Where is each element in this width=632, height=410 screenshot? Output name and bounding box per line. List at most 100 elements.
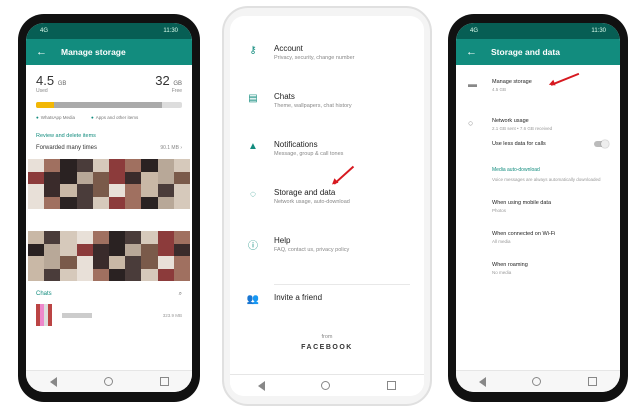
roaming-sub: No media (492, 270, 512, 275)
used-block: 4.5 GB Used (36, 73, 66, 94)
media-thumbnail-cell (44, 243, 61, 256)
settings-item-notifications[interactable]: ▲ Notifications Message, group & call to… (230, 140, 424, 188)
media-thumbnail-cell (28, 256, 45, 269)
settings-item-storage-and-data[interactable]: ◌ Storage and data Network usage, auto-d… (230, 188, 424, 236)
media-thumbnail-cell (125, 243, 142, 256)
media-thumbnail-cell (173, 196, 190, 209)
nav-recents-icon[interactable] (386, 381, 396, 390)
chat-size: 323.9 MB (162, 312, 182, 318)
free-amount: 32 GB (155, 73, 182, 88)
forwarded-row[interactable]: Forwarded many times 90.1 MB › (26, 141, 192, 155)
settings-item-help[interactable]: ⓘ Help FAQ, contact us, privacy policy (230, 236, 424, 284)
media-thumbnail-cell (109, 268, 126, 281)
forwarded-size: 90.1 MB › (160, 145, 182, 151)
media-thumbnail-cell (28, 231, 45, 244)
nav-back-icon[interactable] (258, 380, 266, 391)
media-thumbnail-cell (28, 268, 45, 281)
nav-recents-icon[interactable] (159, 377, 169, 386)
facebook-wordmark: FACEBOOK (301, 344, 353, 351)
media-thumbnail-cell (173, 184, 190, 197)
network-usage-row[interactable]: ○ Network usage 2.1 GB sent • 7.6 GB rec… (456, 118, 620, 131)
media-thumbnail-cell (60, 243, 77, 256)
back-arrow-icon[interactable]: ← (466, 46, 477, 58)
media-thumbnail-cell (125, 231, 142, 244)
review-items-link[interactable]: Review and delete items (26, 123, 192, 141)
settings-item-account[interactable]: ⚷ Account Privacy, security, change numb… (230, 44, 424, 92)
media-thumbnail-cell (141, 184, 158, 197)
phone-screen: 4G 11:30 ← Storage and data ▬ Manage sto… (456, 23, 620, 392)
media-thumbnail-cell (173, 243, 190, 256)
back-arrow-icon[interactable]: ← (36, 46, 47, 58)
media-thumbnail-cell (60, 184, 77, 197)
media-thumbnail-cell (76, 196, 93, 209)
chats-header: Chats ⌕ (26, 285, 192, 300)
media-thumbnail-cell (157, 243, 174, 256)
media-thumbnail-cell (28, 196, 45, 209)
mobile-data-row[interactable]: When using mobile data Photos (456, 200, 620, 213)
media-thumbnail-cell (109, 159, 126, 172)
storage-summary: 4.5 GB Used 32 GB Free (26, 65, 192, 98)
media-thumbnail-cell (173, 256, 190, 269)
media-thumbnail-cell (76, 256, 93, 269)
nav-home-icon[interactable] (103, 377, 113, 386)
search-icon[interactable]: ⌕ (179, 291, 182, 298)
status-network: 4G (40, 28, 49, 34)
nav-back-icon[interactable] (479, 376, 487, 387)
roaming-row[interactable]: When roaming No media (456, 262, 620, 275)
media-thumbnail-cell (141, 243, 158, 256)
app-bar: ← Storage and data (456, 39, 620, 65)
less-data-toggle[interactable] (594, 140, 609, 148)
manage-storage-row[interactable]: ▬ Manage storage 4.5 GB (456, 79, 620, 92)
phone-manage-storage: 4G 11:30 ← Manage storage 4.5 GB Used 32… (18, 14, 200, 402)
nav-bar (26, 370, 192, 392)
media-thumbnail-cell (28, 243, 45, 256)
nav-back-icon[interactable] (49, 376, 57, 387)
wifi-title: When connected on Wi-Fi (492, 231, 556, 237)
status-time: 11:30 (591, 28, 606, 34)
people-icon: 👥 (246, 294, 260, 305)
settings-item-subtitle: Theme, wallpapers, chat history (274, 103, 352, 109)
media-thumbnail-cell (44, 184, 61, 197)
media-thumbnail-cell (60, 171, 77, 184)
media-thumbnail-cell (109, 243, 126, 256)
key-icon: ⚷ (249, 45, 257, 56)
mobile-data-sub: Photos (492, 208, 507, 213)
media-thumbnail-cell (173, 231, 190, 244)
media-thumbnail-cell (60, 268, 77, 281)
media-thumbnail-cell (44, 231, 61, 244)
media-thumbnail-cell (76, 171, 93, 184)
media-thumbnail-cell (92, 171, 109, 184)
wifi-row[interactable]: When connected on Wi-Fi All media (456, 231, 620, 244)
chat-icon: ▤ (248, 93, 258, 104)
nav-home-icon[interactable] (321, 381, 331, 390)
nav-home-icon[interactable] (532, 377, 542, 386)
media-thumbnail-cell (157, 256, 174, 269)
data-usage-icon: ○ (468, 118, 474, 128)
media-thumbnail-cell (109, 231, 126, 244)
settings-item-title: Storage and data (274, 188, 336, 197)
media-thumbnail-cell (76, 268, 93, 281)
media-thumbnail-cell (141, 171, 158, 184)
forwarded-media-grid-2[interactable] (28, 231, 190, 281)
chat-row[interactable]: 323.9 MB (26, 300, 192, 330)
media-thumbnail-cell (109, 196, 126, 209)
data-icon: ◌ (250, 189, 256, 200)
nav-recents-icon[interactable] (587, 377, 597, 386)
media-thumbnail-cell (157, 196, 174, 209)
media-thumbnail-cell (125, 196, 142, 209)
media-thumbnail-cell (60, 196, 77, 209)
media-thumbnail-cell (157, 184, 174, 197)
media-autodownload-note: Voice messages are always automatically … (492, 177, 601, 182)
roaming-title: When roaming (492, 262, 528, 268)
legend-whatsapp-media: WhatsApp Media (36, 115, 75, 120)
legend-other-items: Apps and other items (91, 115, 139, 120)
media-thumbnail-cell (76, 243, 93, 256)
settings-item-title: Account (274, 44, 303, 53)
media-thumbnail-cell (92, 256, 109, 269)
settings-item-chats[interactable]: ▤ Chats Theme, wallpapers, chat history (230, 92, 424, 140)
media-thumbnail-cell (125, 171, 142, 184)
forwarded-media-grid-1[interactable] (28, 159, 190, 209)
media-thumbnail-cell (173, 268, 190, 281)
bell-icon: ▲ (248, 141, 258, 152)
settings-item-title: Help (274, 236, 291, 245)
